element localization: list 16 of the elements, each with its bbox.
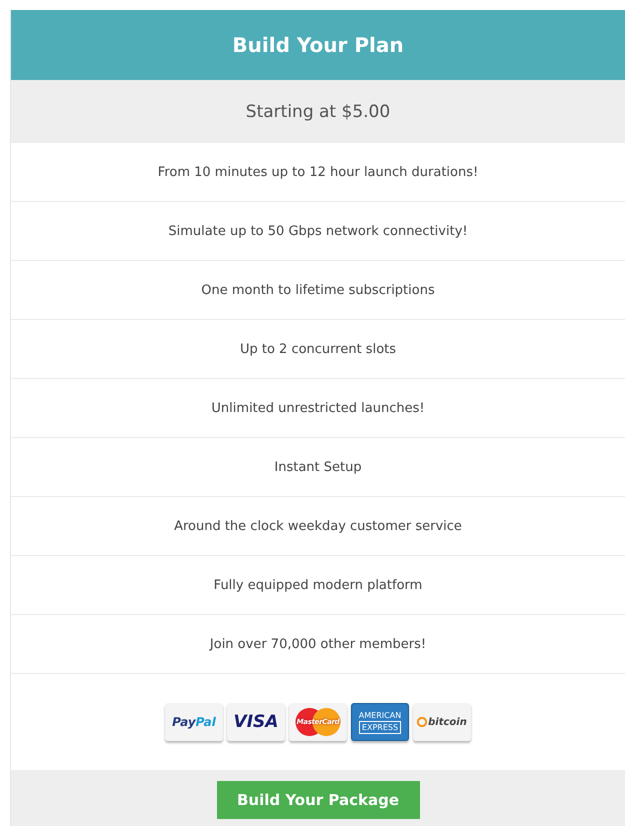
feature-text: Instant Setup — [11, 438, 625, 497]
feature-text: Around the clock weekday customer service — [11, 497, 625, 556]
plan-title: Build Your Plan — [232, 33, 404, 57]
feature-text: From 10 minutes up to 12 hour launch durations! — [11, 143, 625, 202]
visa-logo: VISA — [227, 703, 285, 741]
feature-text: One month to lifetime subscriptions — [11, 261, 625, 320]
bitcoin-logo: bitcoin — [413, 703, 471, 741]
feature-text: Simulate up to 50 Gbps network connectivity! — [11, 202, 625, 261]
feature-text: Unlimited unrestricted launches! — [11, 379, 625, 438]
feature-text: Up to 2 concurrent slots — [11, 320, 625, 379]
build-package-button[interactable]: Build Your Package — [216, 781, 420, 819]
feature-text: Join over 70,000 other members! — [11, 615, 625, 674]
price-text: Starting at $5.00 — [246, 102, 390, 122]
feature-text: Fully equipped modern platform — [11, 556, 625, 615]
paypal-logo: PayPal — [165, 703, 223, 741]
amex-logo: AMERICAN EXPRESS — [351, 703, 409, 741]
